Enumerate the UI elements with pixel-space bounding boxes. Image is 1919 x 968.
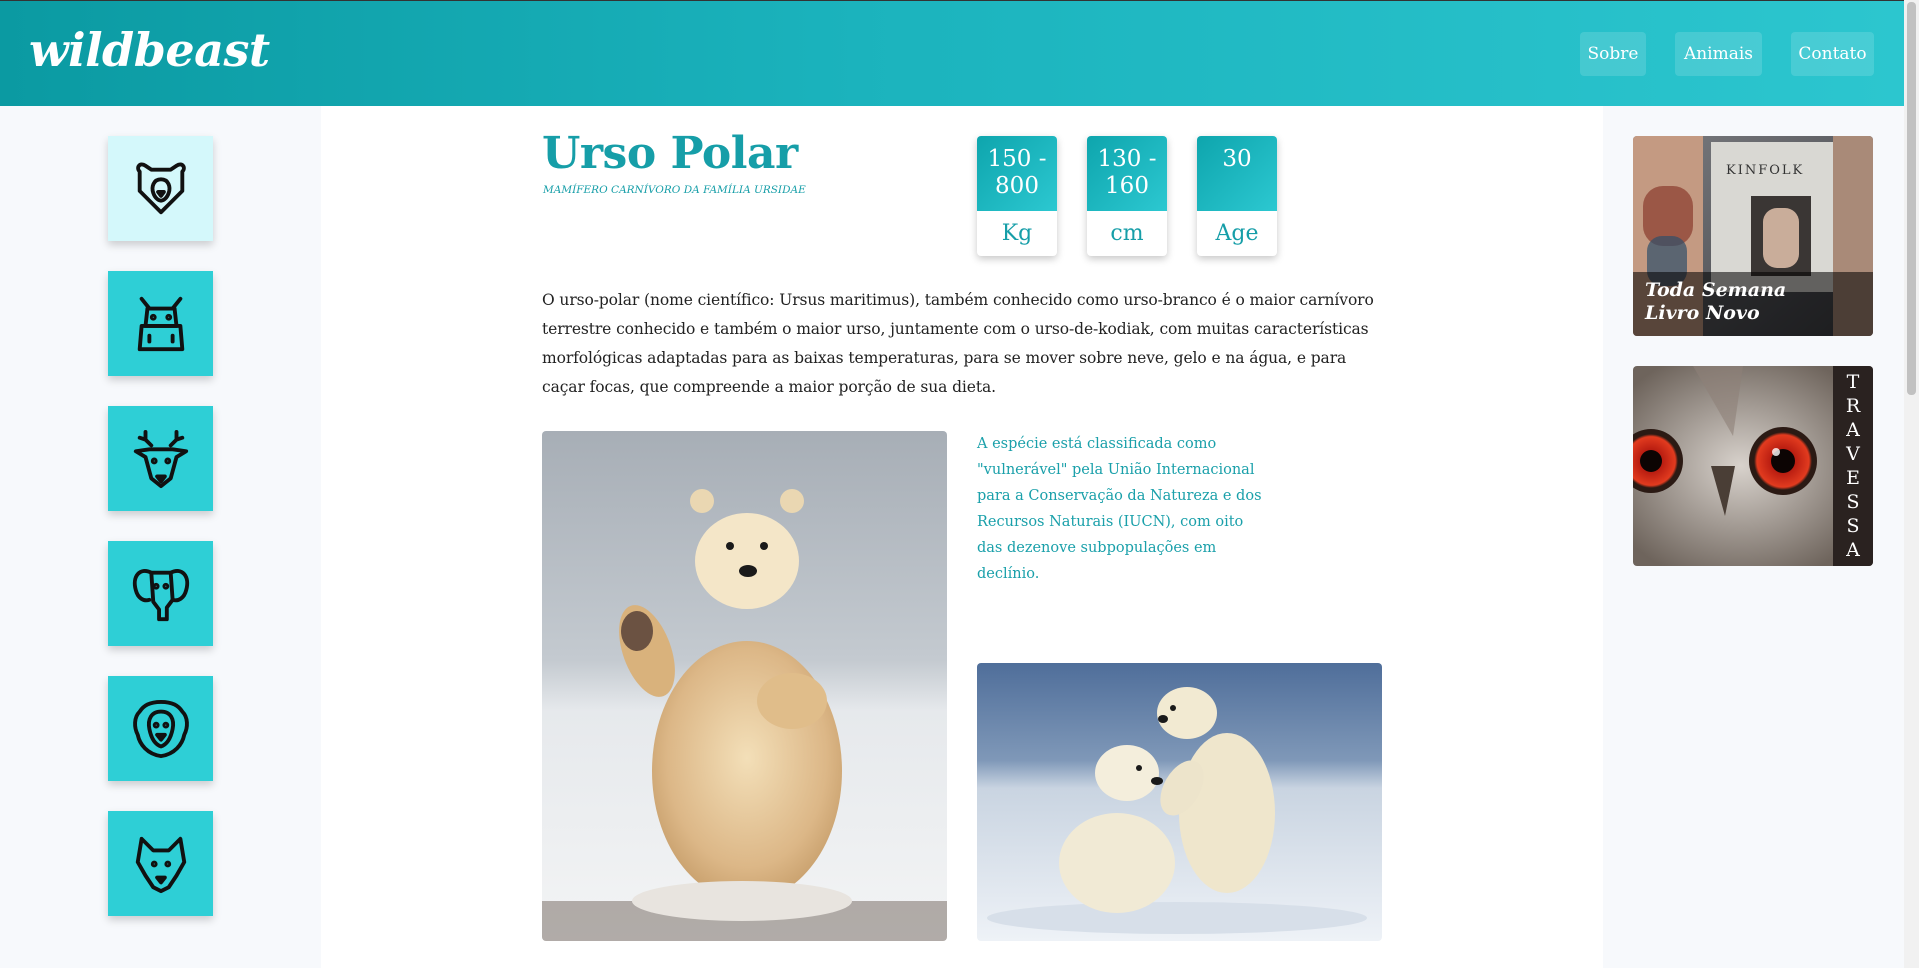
- animal-title: Urso Polar: [542, 128, 798, 179]
- sidebar-item-wolf[interactable]: [108, 811, 213, 916]
- sidebar-item-elephant[interactable]: [108, 541, 213, 646]
- wolf-icon: [135, 836, 186, 893]
- animal-description: O urso-polar (nome científico: Ursus mar…: [542, 291, 1374, 396]
- sidebar-item-hippo[interactable]: [108, 271, 213, 376]
- age-stat: 30 Age: [1197, 136, 1277, 256]
- scrollbar-thumb[interactable]: [1907, 2, 1916, 395]
- sidebar-item-deer[interactable]: [108, 406, 213, 511]
- conservation-note: A espécie está classificada como "vulner…: [977, 436, 1262, 582]
- polar-bears-playing-photo: [977, 663, 1382, 941]
- polar-bear-waving-photo: [542, 431, 947, 941]
- nav-animais[interactable]: Animais: [1675, 32, 1762, 76]
- owl-ad-vertical-text: TRAVESSA: [1845, 371, 1861, 561]
- book-ad-caption-line1: Toda Semana: [1645, 279, 1787, 301]
- age-unit: Age: [1215, 221, 1259, 246]
- nav-contato[interactable]: Contato: [1791, 32, 1874, 76]
- book-ad[interactable]: KINFOLK Toda Semana Livro Novo: [1633, 136, 1873, 336]
- weight-unit: Kg: [1001, 221, 1033, 246]
- page-scrollbar[interactable]: [1904, 0, 1919, 968]
- lion-icon: [132, 699, 189, 758]
- book-ad-caption-line2: Livro Novo: [1645, 302, 1760, 324]
- site-logo[interactable]: wildbeast: [29, 23, 270, 77]
- site-header: wildbeast Sobre Animais Contato: [0, 0, 1904, 106]
- bear-icon: [135, 162, 186, 214]
- height-value: 130 - 160: [1087, 136, 1167, 211]
- sidebar-item-lion[interactable]: [108, 676, 213, 781]
- hippo-icon: [137, 296, 184, 351]
- book-ad-caption: Toda Semana Livro Novo: [1645, 279, 1786, 325]
- age-value: 30: [1197, 136, 1277, 211]
- book-title: KINFOLK: [1726, 163, 1805, 178]
- nav-sobre[interactable]: Sobre: [1580, 32, 1646, 76]
- height-unit: cm: [1110, 221, 1144, 246]
- weight-stat: 150 - 800 Kg: [977, 136, 1057, 256]
- deer-icon: [133, 429, 188, 488]
- weight-value: 150 - 800: [977, 136, 1057, 211]
- owl-ad[interactable]: TRAVESSA: [1633, 366, 1873, 566]
- sidebar-item-bear[interactable]: [108, 136, 213, 241]
- elephant-icon: [132, 568, 189, 621]
- animal-subtitle: MAMÍFERO CARNÍVORO DA FAMÍLIA URSIDAE: [543, 184, 806, 196]
- height-stat: 130 - 160 cm: [1087, 136, 1167, 256]
